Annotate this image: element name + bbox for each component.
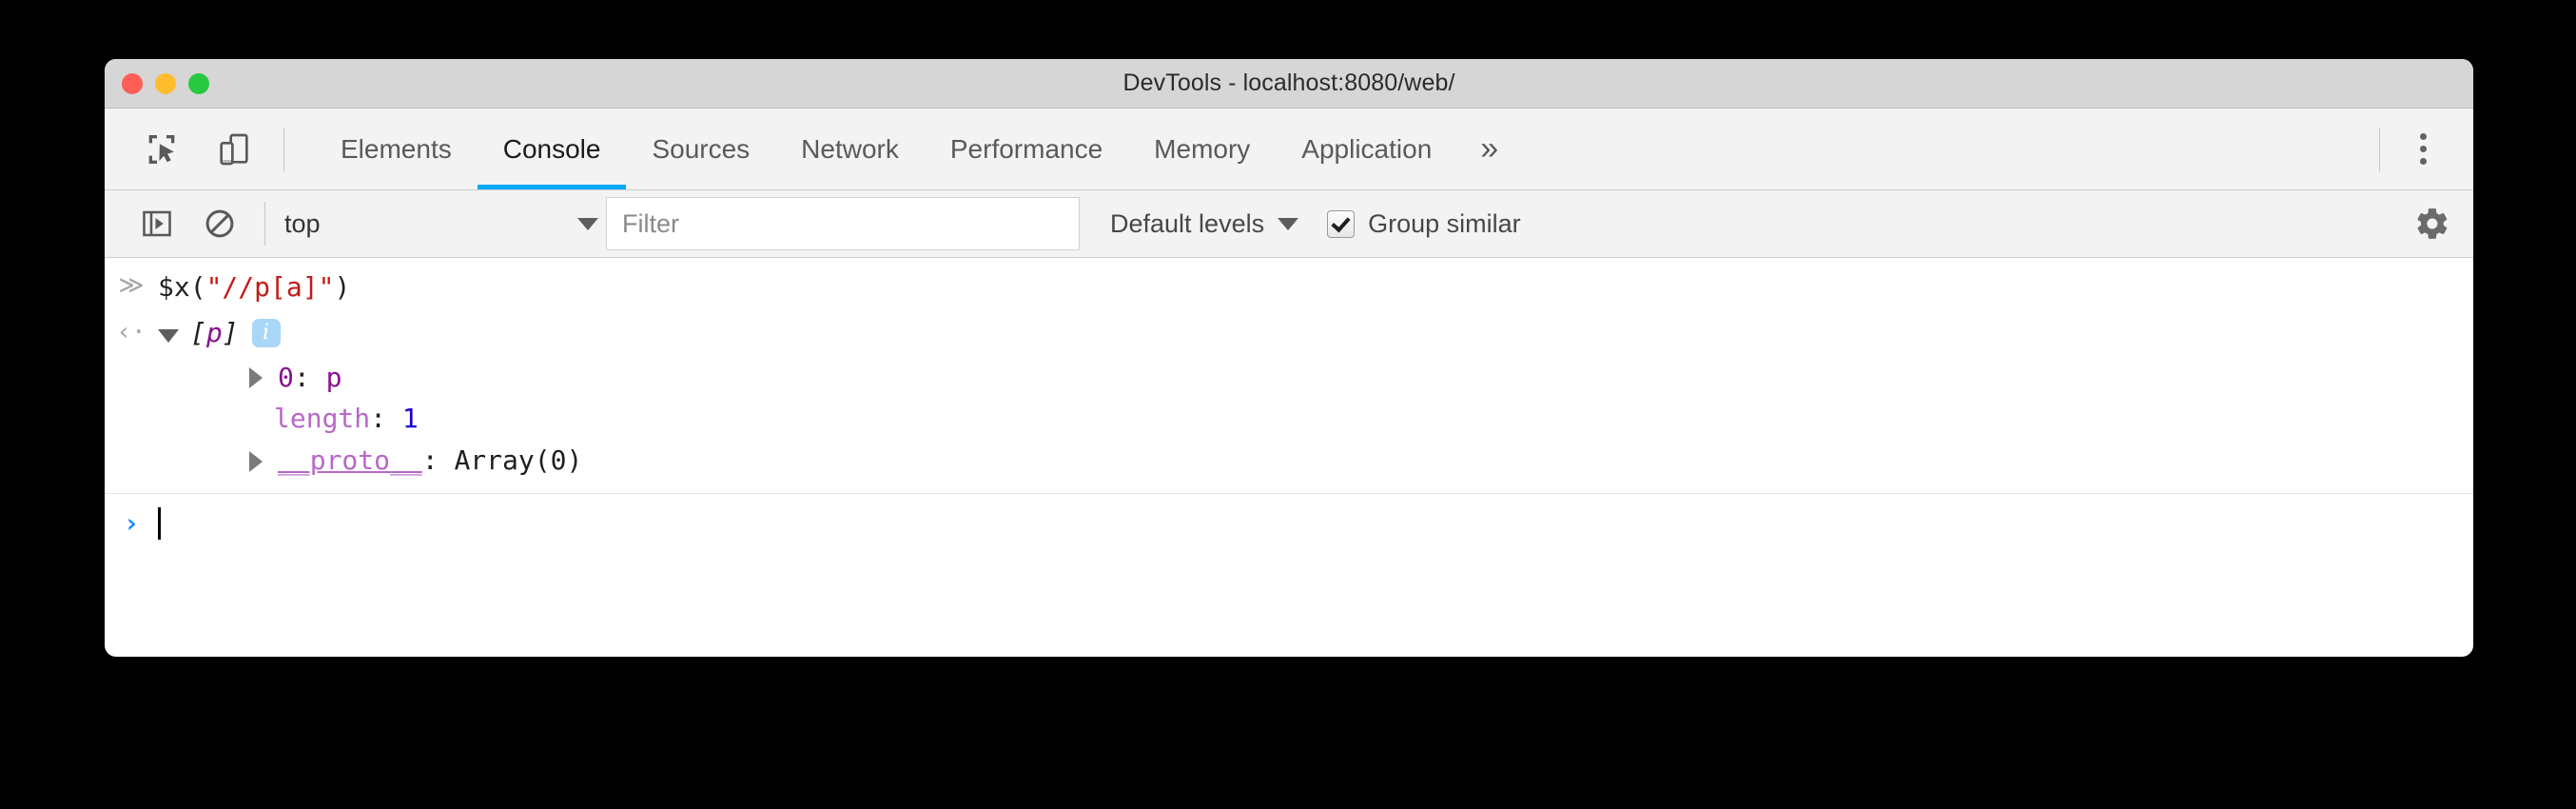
execution-context-value: top bbox=[284, 208, 321, 238]
window-titlebar: DevTools - localhost:8080/web/ bbox=[105, 59, 2473, 109]
result-open-bracket: [ bbox=[190, 316, 206, 348]
inspect-element-icon[interactable] bbox=[126, 130, 198, 168]
execution-context-dropdown[interactable]: top bbox=[284, 209, 598, 239]
filter-input[interactable]: Filter bbox=[606, 197, 1080, 250]
property-text: length: 1 bbox=[274, 401, 419, 437]
group-similar-label: Group similar bbox=[1368, 208, 1521, 238]
property-value: 1 bbox=[401, 403, 419, 435]
group-similar-toggle[interactable]: Group similar bbox=[1327, 209, 1521, 239]
tab-sources[interactable]: Sources bbox=[626, 109, 775, 189]
tab-bar-right-divider bbox=[2379, 127, 2380, 171]
property-text: 0: p bbox=[278, 360, 342, 396]
object-property-row[interactable]: 0: p bbox=[105, 357, 2473, 399]
console-sidebar-toggle-icon[interactable] bbox=[126, 195, 188, 252]
console-result-value: [p] bbox=[190, 315, 239, 351]
object-property-row[interactable]: length: 1 bbox=[105, 398, 2473, 440]
property-key[interactable]: __proto__ bbox=[278, 444, 422, 476]
property-disclosure-triangle-icon[interactable] bbox=[249, 451, 263, 473]
result-arrow-icon: ‹· bbox=[116, 318, 146, 347]
prompt-chevron-icon: › bbox=[123, 507, 140, 540]
command-prefix: $x( bbox=[158, 271, 206, 303]
group-similar-checkbox[interactable] bbox=[1327, 209, 1356, 238]
property-value: Array(0) bbox=[454, 444, 583, 477]
close-window-button[interactable] bbox=[122, 72, 143, 94]
console-command-row[interactable]: ≫ $x("//p[a]") bbox=[105, 258, 2473, 309]
chevron-down-icon bbox=[1278, 217, 1299, 230]
kebab-dot-top bbox=[2419, 133, 2427, 140]
clear-console-icon[interactable] bbox=[188, 195, 251, 252]
property-separator: : bbox=[421, 444, 455, 477]
result-close-bracket: ] bbox=[222, 316, 239, 348]
property-key: length bbox=[274, 403, 371, 435]
log-levels-dropdown[interactable]: Default levels bbox=[1110, 208, 1299, 239]
tab-list: Elements Console Sources Network Perform… bbox=[315, 109, 1521, 189]
tab-network[interactable]: Network bbox=[775, 109, 925, 189]
result-disclosure-triangle-icon[interactable] bbox=[158, 328, 179, 343]
property-disclosure-triangle-icon[interactable] bbox=[249, 367, 263, 389]
console-toolbar-divider bbox=[264, 202, 265, 246]
window-title: DevTools - localhost:8080/web/ bbox=[1122, 69, 1455, 96]
property-separator: : bbox=[370, 403, 402, 435]
console-result-row[interactable]: ‹· [p] i bbox=[105, 309, 2473, 357]
device-toolbar-icon[interactable] bbox=[198, 130, 270, 168]
kebab-dot-middle bbox=[2419, 146, 2427, 152]
chevron-down-icon bbox=[577, 217, 598, 230]
tab-bar-divider bbox=[283, 127, 284, 171]
command-suffix: ) bbox=[334, 271, 351, 303]
tab-console[interactable]: Console bbox=[477, 109, 627, 189]
object-property-row[interactable]: __proto__: Array(0) bbox=[105, 440, 2473, 482]
kebab-menu-icon[interactable] bbox=[2393, 120, 2452, 179]
result-node-name: p bbox=[205, 316, 223, 348]
gear-icon[interactable] bbox=[2414, 206, 2473, 242]
devtools-window: DevTools - localhost:8080/web/ Elements bbox=[105, 59, 2473, 657]
command-prompt-icon: ≫ bbox=[118, 271, 145, 300]
tab-bar-left-icons bbox=[105, 109, 298, 189]
console-prompt-row[interactable]: › bbox=[105, 492, 2473, 553]
tab-performance[interactable]: Performance bbox=[925, 109, 1128, 189]
property-value: p bbox=[325, 361, 342, 393]
console-command-text: $x("//p[a]") bbox=[158, 269, 350, 306]
property-text: __proto__: Array(0) bbox=[278, 443, 582, 479]
info-badge-icon[interactable]: i bbox=[251, 318, 281, 347]
console-message-list[interactable]: ≫ $x("//p[a]") ‹· [p] i 0: p length: 1 _… bbox=[105, 258, 2473, 580]
more-tabs-chevron-icon[interactable]: » bbox=[1457, 109, 1521, 189]
log-levels-label: Default levels bbox=[1110, 208, 1265, 238]
kebab-dot-bottom bbox=[2419, 158, 2427, 165]
tab-memory[interactable]: Memory bbox=[1128, 109, 1276, 189]
filter-placeholder: Filter bbox=[622, 208, 679, 238]
property-key: 0 bbox=[278, 361, 294, 393]
command-string-literal: "//p[a]" bbox=[205, 271, 335, 303]
tab-bar-right-controls bbox=[2366, 109, 2473, 189]
console-toolbar: top Filter Default levels Group similar bbox=[105, 190, 2473, 258]
traffic-light-controls bbox=[122, 59, 209, 108]
devtools-tab-bar: Elements Console Sources Network Perform… bbox=[105, 109, 2473, 190]
property-separator: : bbox=[293, 361, 326, 393]
zoom-window-button[interactable] bbox=[188, 72, 209, 94]
minimize-window-button[interactable] bbox=[155, 72, 176, 94]
tab-elements[interactable]: Elements bbox=[315, 109, 478, 189]
tab-application[interactable]: Application bbox=[1276, 109, 1457, 189]
text-cursor bbox=[158, 506, 161, 540]
